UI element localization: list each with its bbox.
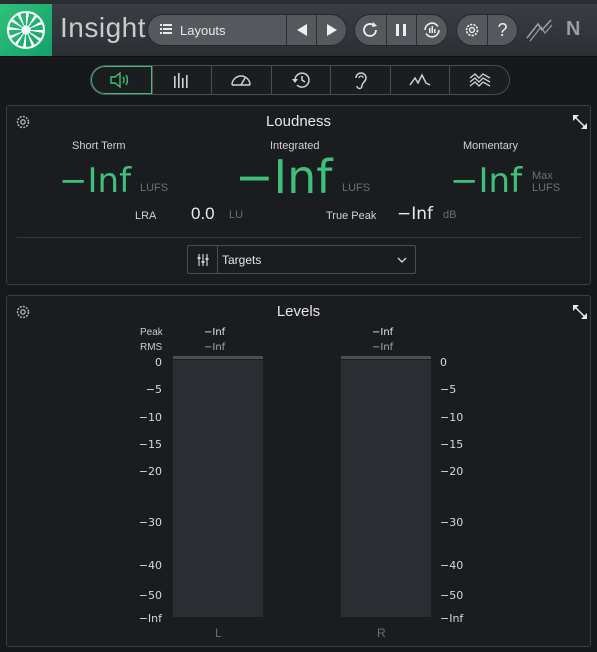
- scale-tick-left: −30: [138, 516, 162, 529]
- right-channel-label: R: [377, 626, 386, 640]
- scale-tick-left: −5: [145, 383, 162, 396]
- rms-label: RMS: [140, 342, 163, 353]
- pause-button[interactable]: [385, 15, 417, 45]
- app-title: Insight: [60, 12, 146, 43]
- settings-gear-icon: [465, 23, 479, 37]
- true-peak-unit: dB: [443, 209, 457, 221]
- tab-loudness[interactable]: [91, 66, 152, 94]
- ear-icon: [354, 72, 367, 90]
- native-instruments-logo-icon[interactable]: N: [566, 18, 581, 41]
- loop-button[interactable]: [355, 15, 386, 45]
- scale-tick-left: −40: [138, 559, 162, 572]
- insight-logo-icon: [0, 4, 52, 56]
- tab-levels[interactable]: [151, 66, 212, 94]
- scale-tick-left: −50: [138, 589, 162, 602]
- scale-tick-right: −50: [440, 589, 464, 602]
- levels-panel: Levels Peak RMS −Inf −Inf −Inf −Inf 0 −5 −…: [6, 295, 591, 647]
- left-rms-value: −Inf: [204, 342, 226, 353]
- pause-icon: [396, 24, 407, 36]
- help-button[interactable]: ?: [486, 15, 517, 45]
- short-term-unit: LUFS: [140, 182, 169, 194]
- lra-unit: LU: [229, 209, 244, 221]
- left-peak-value: −Inf: [204, 327, 226, 338]
- right-meter-bar: [341, 360, 431, 617]
- true-peak-label: True Peak: [326, 210, 377, 222]
- scale-tick-left: −20: [138, 465, 162, 478]
- tab-meter[interactable]: [211, 66, 271, 94]
- tab-spectrogram[interactable]: [449, 66, 509, 94]
- prev-arrow-icon: [296, 24, 307, 36]
- tab-history[interactable]: [270, 66, 331, 94]
- layouts-control: Layouts: [147, 14, 347, 46]
- loop-icon: [363, 22, 378, 37]
- left-channel-label: L: [215, 626, 222, 640]
- level-bars-icon: [173, 73, 188, 88]
- help-icon: ?: [497, 19, 508, 40]
- momentary-unit-max: Max: [532, 170, 553, 182]
- spectrogram-icon: [469, 73, 491, 87]
- momentary-value: −Inf: [450, 161, 523, 201]
- next-layout-button[interactable]: [316, 15, 346, 45]
- short-term-value: −Inf: [59, 161, 132, 201]
- reset-button[interactable]: [416, 15, 447, 45]
- loudness-divider: [17, 237, 582, 238]
- loudness-panel: Loudness Short Term −Inf LUFS Integrated…: [6, 105, 591, 285]
- transport-controls: [354, 14, 448, 46]
- scale-tick-left: 0: [155, 356, 162, 369]
- scale-tick-right: −5: [440, 383, 457, 396]
- peak-label: Peak: [140, 327, 163, 338]
- scale-tick-right: −10: [440, 411, 464, 424]
- left-meter-peak-cap: [173, 356, 263, 359]
- settings-button[interactable]: [457, 15, 487, 45]
- speaker-icon: [110, 72, 129, 88]
- loudness-title: Loudness: [265, 113, 332, 130]
- scale-tick-right: −40: [440, 559, 464, 572]
- spectrum-icon: [409, 73, 431, 86]
- scale-tick-right: −Inf: [440, 612, 464, 625]
- layouts-dropdown[interactable]: Layouts: [148, 15, 286, 45]
- izotope-logo-icon[interactable]: [524, 16, 554, 44]
- levels-title: Levels: [276, 303, 321, 320]
- right-rms-value: −Inf: [372, 342, 394, 353]
- momentary-unit-lufs: LUFS: [532, 182, 561, 194]
- utility-controls: ?: [456, 14, 518, 46]
- true-peak-value: −Inf: [397, 204, 434, 224]
- menu-icon: [160, 23, 172, 37]
- targets-sliders-icon: [188, 246, 218, 273]
- short-term-label: Short Term: [72, 140, 126, 152]
- right-meter-peak-cap: [341, 356, 431, 359]
- loudness-expand-icon[interactable]: [572, 114, 588, 130]
- chevron-down-icon: [389, 257, 415, 263]
- integrated-value: −Inf: [235, 150, 333, 204]
- lra-value: 0.0: [191, 204, 215, 223]
- scale-tick-left: −15: [138, 438, 162, 451]
- scale-tick-right: 0: [440, 356, 447, 369]
- levels-expand-icon[interactable]: [572, 304, 588, 320]
- layouts-label: Layouts: [180, 22, 226, 38]
- prev-layout-button[interactable]: [286, 15, 316, 45]
- scale-tick-left: −10: [138, 411, 162, 424]
- scale-tick-left: −Inf: [138, 612, 162, 625]
- gauge-icon: [231, 75, 252, 86]
- top-strip: [0, 0, 597, 4]
- next-arrow-icon: [326, 24, 337, 36]
- scale-tick-right: −15: [440, 438, 464, 451]
- integrated-unit: LUFS: [342, 182, 371, 194]
- left-meter-bar: [173, 360, 263, 617]
- reset-icon: [424, 22, 440, 38]
- tab-spectrum[interactable]: [389, 66, 450, 94]
- lra-label: LRA: [135, 210, 157, 222]
- scale-tick-right: −30: [440, 516, 464, 529]
- targets-dropdown[interactable]: Targets: [187, 245, 416, 274]
- header-bar: Insight Layouts ? N: [0, 0, 597, 57]
- history-icon: [292, 72, 310, 88]
- mode-tab-bar: [90, 65, 510, 95]
- targets-label: Targets: [222, 252, 262, 267]
- momentary-label: Momentary: [463, 140, 519, 152]
- right-peak-value: −Inf: [372, 327, 394, 338]
- scale-tick-right: −20: [440, 465, 464, 478]
- tab-surround[interactable]: [330, 66, 390, 94]
